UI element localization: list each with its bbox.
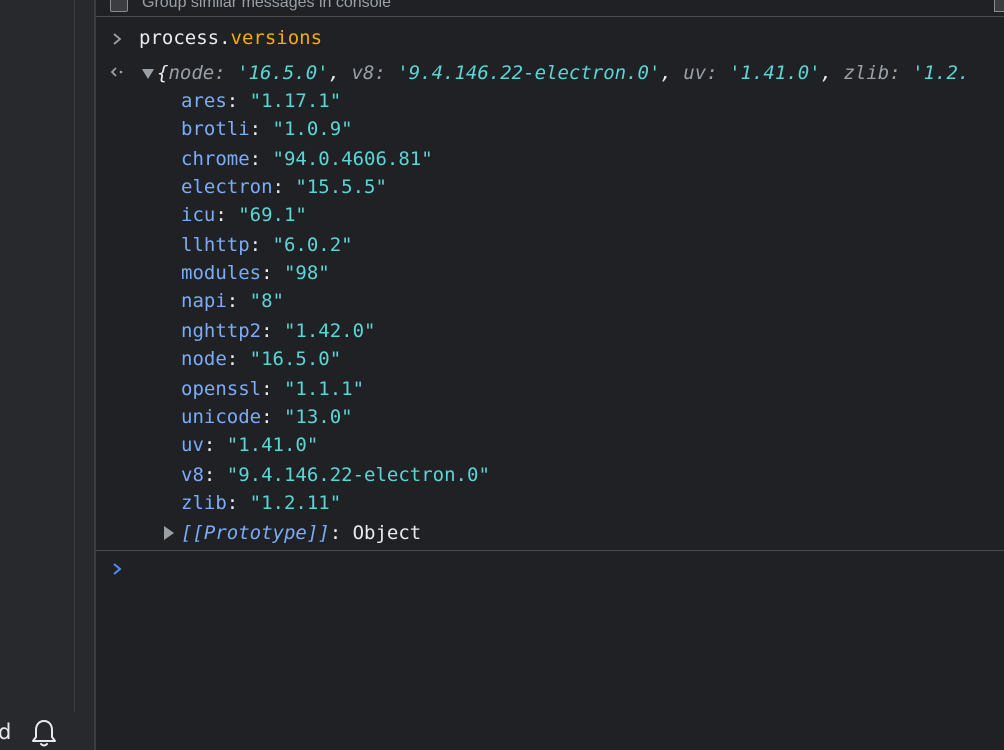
input-dot: . (219, 27, 231, 49)
summary-key: uv (683, 62, 707, 84)
settings-checkbox-right[interactable] (994, 0, 1004, 12)
prototype-value: Object (352, 522, 422, 544)
console-settings-row: Group similar messages in console (96, 0, 1004, 17)
object-summary[interactable]: {node: '16.5.0', v8: '9.4.146.22-electro… (157, 61, 969, 85)
console-input-line[interactable]: process.versions (139, 26, 322, 50)
property-row: nghttp2: "1.42.0" (181, 320, 376, 342)
group-similar-checkbox[interactable] (110, 0, 128, 12)
result-divider (96, 550, 1004, 551)
console-panel: Group similar messages in console proces… (96, 0, 1004, 750)
bell-icon[interactable] (31, 718, 57, 748)
property-row: icu: "69.1" (181, 204, 307, 226)
property-row: node: "16.5.0" (181, 348, 342, 370)
property-row: brotli: "1.0.9" (181, 118, 353, 140)
summary-key: v8 (351, 62, 375, 84)
result-arrow-icon (110, 67, 123, 77)
summary-value: '1.41.0' (729, 62, 821, 84)
summary-value: '1.2. (912, 62, 970, 84)
summary-key: zlib (843, 62, 890, 84)
input-chevron-icon (113, 33, 122, 45)
summary-key: node (168, 62, 215, 84)
property-row: v8: "9.4.146.22-electron.0" (181, 464, 490, 486)
group-similar-label: Group similar messages in console (142, 0, 391, 11)
property-row: zlib: "1.2.11" (181, 492, 342, 514)
property-row: electron: "15.5.5" (181, 176, 387, 198)
console-prompt-input[interactable] (130, 556, 990, 736)
sidebar-divider (74, 0, 75, 712)
prototype-key: [[Prototype]] (181, 522, 330, 544)
collapse-triangle-icon[interactable] (141, 68, 155, 80)
input-object: process (139, 27, 220, 49)
expand-triangle-icon[interactable] (163, 525, 175, 541)
property-row: chrome: "94.0.4606.81" (181, 148, 433, 170)
property-row: llhttp: "6.0.2" (181, 234, 353, 256)
property-row: napi: "8" (181, 290, 284, 312)
summary-brace: { (157, 62, 169, 84)
property-row: uv: "1.41.0" (181, 434, 319, 456)
summary-value: '16.5.0' (237, 62, 329, 84)
prompt-chevron-icon (113, 563, 122, 575)
sidebar-footer-text: d (0, 720, 12, 744)
property-row: openssl: "1.1.1" (181, 378, 365, 400)
input-property: versions (230, 27, 323, 49)
property-row: ares: "1.17.1" (181, 90, 342, 112)
summary-value: '9.4.146.22-electron.0' (397, 62, 661, 84)
property-row: unicode: "13.0" (181, 406, 353, 428)
left-sidebar: d (0, 0, 95, 750)
property-row: modules: "98" (181, 262, 330, 284)
prototype-row[interactable]: [[Prototype]]: Object (181, 521, 421, 545)
